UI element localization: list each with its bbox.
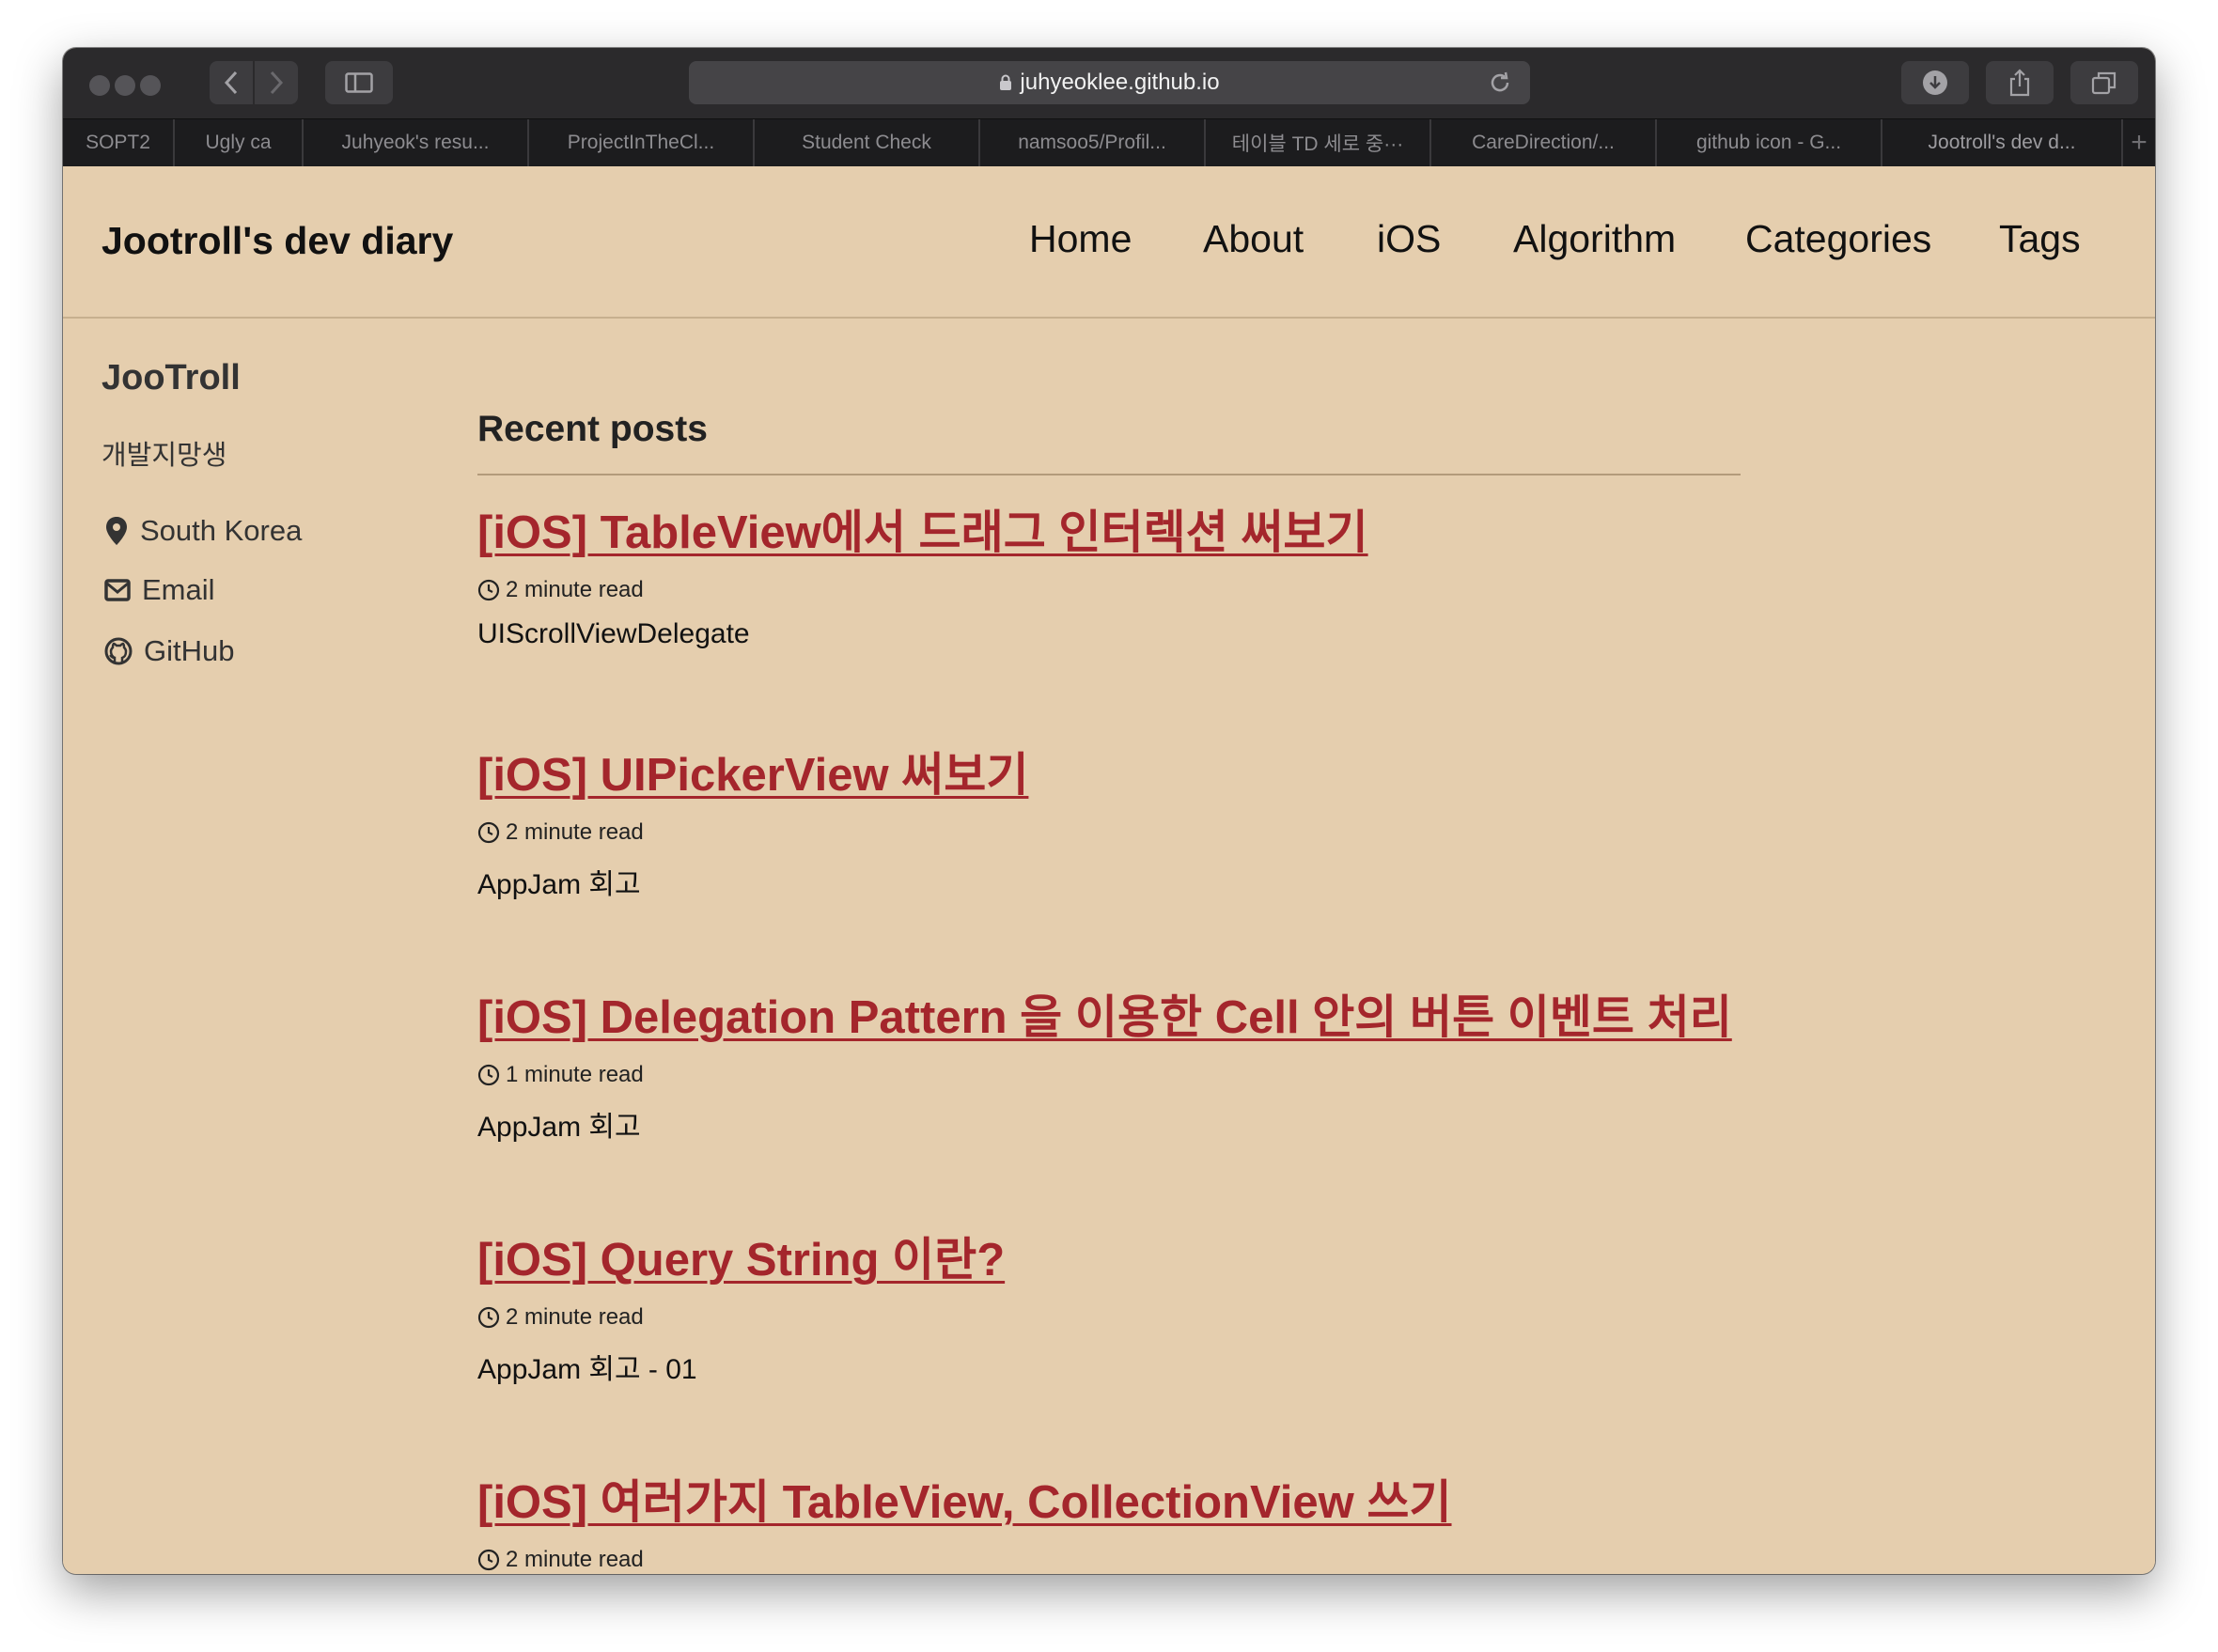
tab[interactable]: github icon - G... [1657, 119, 1882, 166]
nav-home[interactable]: Home [1029, 217, 1132, 261]
read-time: 2 minute read [506, 819, 644, 845]
tabs-overview-icon [2091, 71, 2116, 95]
tab[interactable]: 테이블 TD 세로 중··· [1206, 119, 1431, 166]
tab-active[interactable]: Jootroll's dev d... [1882, 119, 2123, 166]
tab[interactable]: Student Check [755, 119, 980, 166]
address-bar[interactable]: juhyeoklee.github.io [689, 61, 1530, 104]
post-meta: 1 minute read [477, 1062, 1793, 1088]
forward-button[interactable] [255, 61, 298, 104]
author-github-link[interactable]: GitHub [104, 634, 234, 668]
author-location: South Korea [104, 514, 302, 548]
author-name: JooTroll [102, 358, 241, 397]
share-icon [2009, 69, 2030, 97]
browser-window: juhyeoklee.github.io SOPT2 Ugly ca Juhye… [63, 48, 2155, 1574]
tab-overview-button[interactable] [2070, 61, 2138, 104]
chevron-right-icon [270, 70, 284, 95]
clock-icon [477, 579, 500, 601]
read-time: 1 minute read [506, 1062, 644, 1087]
post-item: [iOS] 여러가지 TableView, CollectionView 쓰기 … [477, 1465, 1793, 1573]
share-button[interactable] [1986, 61, 2054, 104]
post-title-link[interactable]: [iOS] TableView에서 드래그 인터렉션 써보기 [477, 495, 1793, 562]
downloads-button[interactable] [1901, 61, 1969, 104]
divider [477, 474, 1741, 475]
author-location-label: South Korea [140, 514, 303, 547]
author-email-label: Email [142, 573, 215, 606]
post-item: [iOS] UIPickerView 써보기 2 minute read App… [477, 738, 1793, 902]
tab[interactable]: Ugly ca [175, 119, 304, 166]
post-item: [iOS] TableView에서 드래그 인터렉션 써보기 2 minute … [477, 495, 1793, 650]
post-meta: 2 minute read [477, 1547, 1793, 1573]
author-bio: 개발지망생 [102, 441, 227, 471]
read-time: 2 minute read [506, 1304, 644, 1330]
masthead: Jootroll's dev diary Home About iOS Algo… [63, 166, 2155, 319]
browser-toolbar: juhyeoklee.github.io [63, 48, 2155, 118]
clock-icon [477, 1306, 500, 1329]
reload-icon[interactable] [1487, 70, 1513, 96]
read-time: 2 minute read [506, 1547, 644, 1572]
post-meta: 2 minute read [477, 1304, 1793, 1331]
nav-categories[interactable]: Categories [1745, 217, 1931, 261]
envelope-icon [104, 579, 131, 601]
post-item: [iOS] Query String 이란? 2 minute read App… [477, 1223, 1793, 1387]
author-github-label: GitHub [144, 634, 235, 667]
address-url: juhyeoklee.github.io [1020, 70, 1220, 95]
post-title-link[interactable]: [iOS] UIPickerView 써보기 [477, 738, 1793, 804]
zoom-window-button[interactable] [140, 75, 161, 96]
clock-icon [477, 1549, 500, 1571]
lock-icon [1000, 74, 1012, 90]
tab[interactable]: SOPT2 [63, 119, 175, 166]
nav-ios[interactable]: iOS [1377, 217, 1441, 261]
tab[interactable]: Juhyeok's resu... [304, 119, 529, 166]
sidebar-icon [345, 72, 373, 93]
minimize-window-button[interactable] [115, 75, 135, 96]
close-window-button[interactable] [89, 75, 110, 96]
back-button[interactable] [210, 61, 253, 104]
post-meta: 2 minute read [477, 819, 1793, 846]
sidebar-toggle-button[interactable] [325, 61, 393, 104]
tab-bar: SOPT2 Ugly ca Juhyeok's resu... ProjectI… [63, 118, 2155, 166]
post-title-link[interactable]: [iOS] Delegation Pattern 을 이용한 Cell 안의 버… [477, 980, 1793, 1047]
post-excerpt: AppJam 회고 - 01 [477, 1354, 697, 1385]
nav-algorithm[interactable]: Algorithm [1513, 217, 1676, 261]
read-time: 2 minute read [506, 577, 644, 602]
author-email-link[interactable]: Email [104, 573, 215, 607]
post-excerpt: UIScrollViewDelegate [477, 618, 750, 649]
post-item: [iOS] Delegation Pattern 을 이용한 Cell 안의 버… [477, 980, 1793, 1145]
tab[interactable]: namsoo5/Profil... [980, 119, 1206, 166]
recent-posts-heading: Recent posts [477, 409, 708, 449]
web-page: Jootroll's dev diary Home About iOS Algo… [63, 166, 2155, 1574]
post-excerpt: AppJam 회고 [477, 869, 641, 900]
post-title-link[interactable]: [iOS] 여러가지 TableView, CollectionView 쓰기 [477, 1465, 1793, 1532]
clock-icon [477, 821, 500, 844]
chevron-left-icon [224, 70, 238, 95]
nav-about[interactable]: About [1203, 217, 1304, 261]
post-title-link[interactable]: [iOS] Query String 이란? [477, 1223, 1793, 1289]
post-excerpt: AppJam 회고 [477, 1112, 641, 1143]
site-title[interactable]: Jootroll's dev diary [102, 219, 453, 263]
post-meta: 2 minute read [477, 577, 1793, 603]
clock-icon [477, 1064, 500, 1086]
github-icon [104, 637, 133, 665]
new-tab-button[interactable]: + [2123, 119, 2155, 166]
map-marker-icon [106, 517, 127, 545]
tab[interactable]: CareDirection/... [1431, 119, 1657, 166]
nav-tags[interactable]: Tags [1999, 217, 2081, 261]
download-icon [1923, 70, 1947, 95]
tab[interactable]: ProjectInTheCl... [529, 119, 755, 166]
